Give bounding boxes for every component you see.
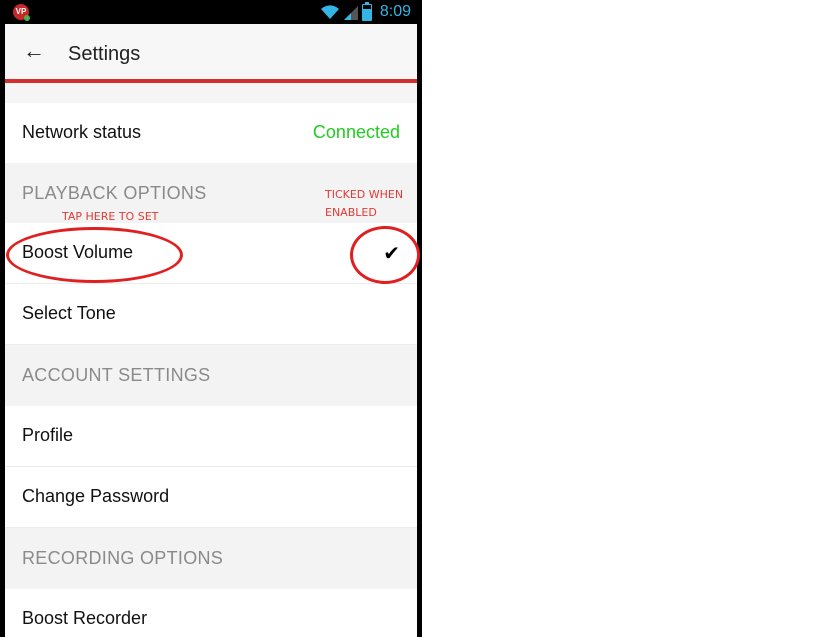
boost-recorder-row[interactable]: Boost Recorder — [5, 589, 417, 637]
annotation-ticked-line2: ENABLED — [325, 206, 377, 219]
network-status-value: Connected — [312, 122, 400, 142]
annotation-tap-here: TAP HERE TO SET — [62, 210, 159, 223]
status-indicators: 8:09 — [320, 1, 411, 22]
app-notification-icon: VP — [13, 4, 30, 21]
change-password-row[interactable]: Change Password — [5, 467, 417, 528]
boost-recorder-label: Boost Recorder — [22, 608, 148, 628]
select-tone-label: Select Tone — [22, 303, 116, 323]
section-account-settings: ACCOUNT SETTINGS — [5, 345, 417, 405]
settings-screen: ← Settings Network status Connected PLAY… — [5, 24, 417, 637]
notification-dot-icon — [24, 15, 30, 21]
network-status-row[interactable]: Network status Connected — [5, 103, 417, 164]
cell-signal-icon — [343, 6, 358, 20]
profile-label: Profile — [22, 425, 74, 445]
section-recording-label: RECORDING OPTIONS — [22, 548, 224, 568]
annotation-ticked-line1: TICKED WHEN — [325, 188, 404, 201]
section-account-label: ACCOUNT SETTINGS — [22, 365, 211, 385]
clock: 8:09 — [379, 3, 411, 20]
arrow-left-icon[interactable]: ← — [23, 40, 45, 62]
status-bar: VP 8:09 — [5, 0, 417, 24]
section-recording-options: RECORDING OPTIONS — [5, 528, 417, 588]
profile-row[interactable]: Profile — [5, 406, 417, 467]
annotation-oval-checkmark — [350, 226, 420, 284]
network-status-label: Network status — [22, 122, 142, 142]
page-title: Settings — [68, 43, 141, 65]
annotation-oval-boost-volume — [6, 227, 183, 283]
toolbar-accent-bar — [5, 79, 417, 83]
wifi-icon — [320, 5, 339, 19]
toolbar: ← Settings — [5, 24, 417, 79]
change-password-label: Change Password — [22, 486, 170, 506]
section-playback-label: PLAYBACK OPTIONS — [22, 183, 207, 203]
battery-icon — [361, 1, 372, 21]
select-tone-row[interactable]: Select Tone — [5, 284, 417, 345]
device-frame-edge — [417, 0, 422, 637]
